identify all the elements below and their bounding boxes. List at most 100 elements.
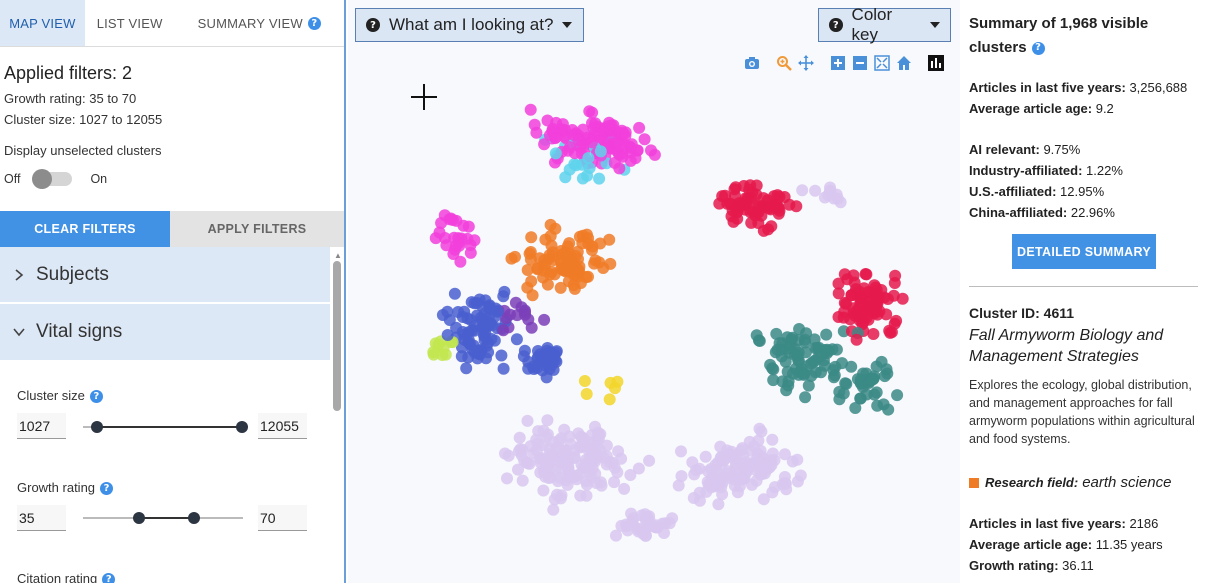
zoom-in-icon[interactable] <box>830 55 846 71</box>
cluster-point[interactable] <box>586 462 599 475</box>
cluster-point[interactable] <box>733 197 746 210</box>
cluster-point[interactable] <box>509 250 521 263</box>
cluster-point[interactable] <box>752 334 765 347</box>
cluster-point[interactable] <box>724 449 737 462</box>
cluster-point[interactable] <box>482 346 495 359</box>
cluster-point[interactable] <box>581 169 594 182</box>
cluster-point[interactable] <box>728 183 741 196</box>
cluster-point[interactable] <box>612 445 625 458</box>
cluster-point[interactable] <box>603 233 616 246</box>
cluster-point[interactable] <box>798 333 811 346</box>
cluster-point[interactable] <box>462 220 475 233</box>
cluster-point[interactable] <box>722 465 735 478</box>
cluster-point[interactable] <box>478 307 491 320</box>
cluster-size-min-input[interactable]: 1027 <box>17 413 66 439</box>
cluster-point[interactable] <box>801 360 814 372</box>
cluster-point[interactable] <box>594 145 607 158</box>
cluster-point[interactable] <box>746 478 758 491</box>
cluster-point[interactable] <box>471 297 483 309</box>
cluster-point[interactable] <box>675 445 687 458</box>
autoscale-icon[interactable] <box>874 55 890 71</box>
cluster-point[interactable] <box>460 362 473 375</box>
cluster-point[interactable] <box>495 349 508 362</box>
cluster-point[interactable] <box>545 450 558 463</box>
cluster-point[interactable] <box>637 527 650 540</box>
what-am-i-looking-at-dropdown[interactable]: ? What am I looking at? <box>355 8 584 42</box>
cluster-point[interactable] <box>799 391 812 404</box>
cluster-point[interactable] <box>574 141 587 154</box>
cluster-point[interactable] <box>427 346 440 359</box>
cluster-point[interactable] <box>796 184 809 197</box>
plotly-logo-icon[interactable] <box>928 55 944 71</box>
cluster-point[interactable] <box>491 305 504 318</box>
cluster-point[interactable] <box>445 212 457 225</box>
cluster-point[interactable] <box>550 345 563 358</box>
cluster-point[interactable] <box>767 374 780 387</box>
cluster-point[interactable] <box>643 454 656 467</box>
cluster-point[interactable] <box>881 367 894 380</box>
cluster-point[interactable] <box>888 317 901 330</box>
cluster-point[interactable] <box>629 152 642 165</box>
cluster-point[interactable] <box>580 388 593 400</box>
cluster-point[interactable] <box>568 450 581 463</box>
cluster-point[interactable] <box>531 263 544 276</box>
cluster-point[interactable] <box>551 488 563 501</box>
tab-map-view[interactable]: MAP VIEW <box>0 0 85 46</box>
cluster-point[interactable] <box>588 257 601 270</box>
cluster-point[interactable] <box>773 190 786 203</box>
cluster-point[interactable] <box>582 232 595 245</box>
cluster-point[interactable] <box>562 462 575 475</box>
cluster-point[interactable] <box>896 292 909 305</box>
cluster-point[interactable] <box>869 281 882 294</box>
cluster-point[interactable] <box>468 234 481 247</box>
cluster-point[interactable] <box>881 293 894 305</box>
growth-rating-min-handle[interactable] <box>133 512 145 524</box>
cluster-point[interactable] <box>603 116 616 129</box>
scroll-up-arrow-icon[interactable]: ▲ <box>334 251 342 260</box>
growth-rating-max-input[interactable]: 70 <box>258 505 307 531</box>
cluster-point[interactable] <box>766 433 779 446</box>
cluster-point[interactable] <box>672 479 685 492</box>
cluster-point[interactable] <box>638 133 651 146</box>
cluster-point[interactable] <box>586 244 598 256</box>
cluster-point[interactable] <box>439 348 452 361</box>
cluster-point[interactable] <box>888 277 901 289</box>
cluster-point[interactable] <box>590 477 603 489</box>
zoom-icon[interactable] <box>776 55 792 71</box>
cluster-point[interactable] <box>794 469 807 482</box>
cluster-point[interactable] <box>448 287 461 300</box>
cluster-point[interactable] <box>524 103 537 116</box>
cluster-point[interactable] <box>607 137 619 150</box>
cluster-point[interactable] <box>768 481 781 494</box>
help-icon[interactable]: ? <box>307 16 321 30</box>
cluster-point[interactable] <box>452 232 465 245</box>
cluster-point[interactable] <box>497 324 510 337</box>
cluster-point[interactable] <box>563 163 576 176</box>
cluster-point[interactable] <box>593 172 606 185</box>
cluster-point[interactable] <box>549 147 562 160</box>
cluster-point[interactable] <box>754 456 767 469</box>
cluster-point[interactable] <box>618 482 631 495</box>
zoom-out-icon[interactable] <box>852 55 868 71</box>
cluster-point[interactable] <box>521 281 534 294</box>
cluster-point[interactable] <box>523 457 536 470</box>
cluster-point[interactable] <box>600 439 613 452</box>
cluster-point[interactable] <box>791 453 804 466</box>
cluster-point[interactable] <box>624 469 637 481</box>
cluster-point[interactable] <box>873 305 886 318</box>
cluster-point[interactable] <box>711 473 724 486</box>
cluster-size-max-input[interactable]: 12055 <box>258 413 307 439</box>
cluster-point[interactable] <box>688 468 701 481</box>
help-icon[interactable]: ? <box>102 573 116 583</box>
cluster-point[interactable] <box>497 290 510 303</box>
cluster-point[interactable] <box>455 350 468 363</box>
cluster-point[interactable] <box>850 333 863 346</box>
cluster-point[interactable] <box>616 150 629 163</box>
cluster-point[interactable] <box>559 246 572 259</box>
cluster-point[interactable] <box>840 297 853 310</box>
display-unselected-toggle[interactable] <box>32 169 73 189</box>
growth-rating-max-handle[interactable] <box>188 512 200 524</box>
cluster-point[interactable] <box>736 442 749 455</box>
cluster-point[interactable] <box>891 389 904 402</box>
cluster-point[interactable] <box>786 331 799 344</box>
